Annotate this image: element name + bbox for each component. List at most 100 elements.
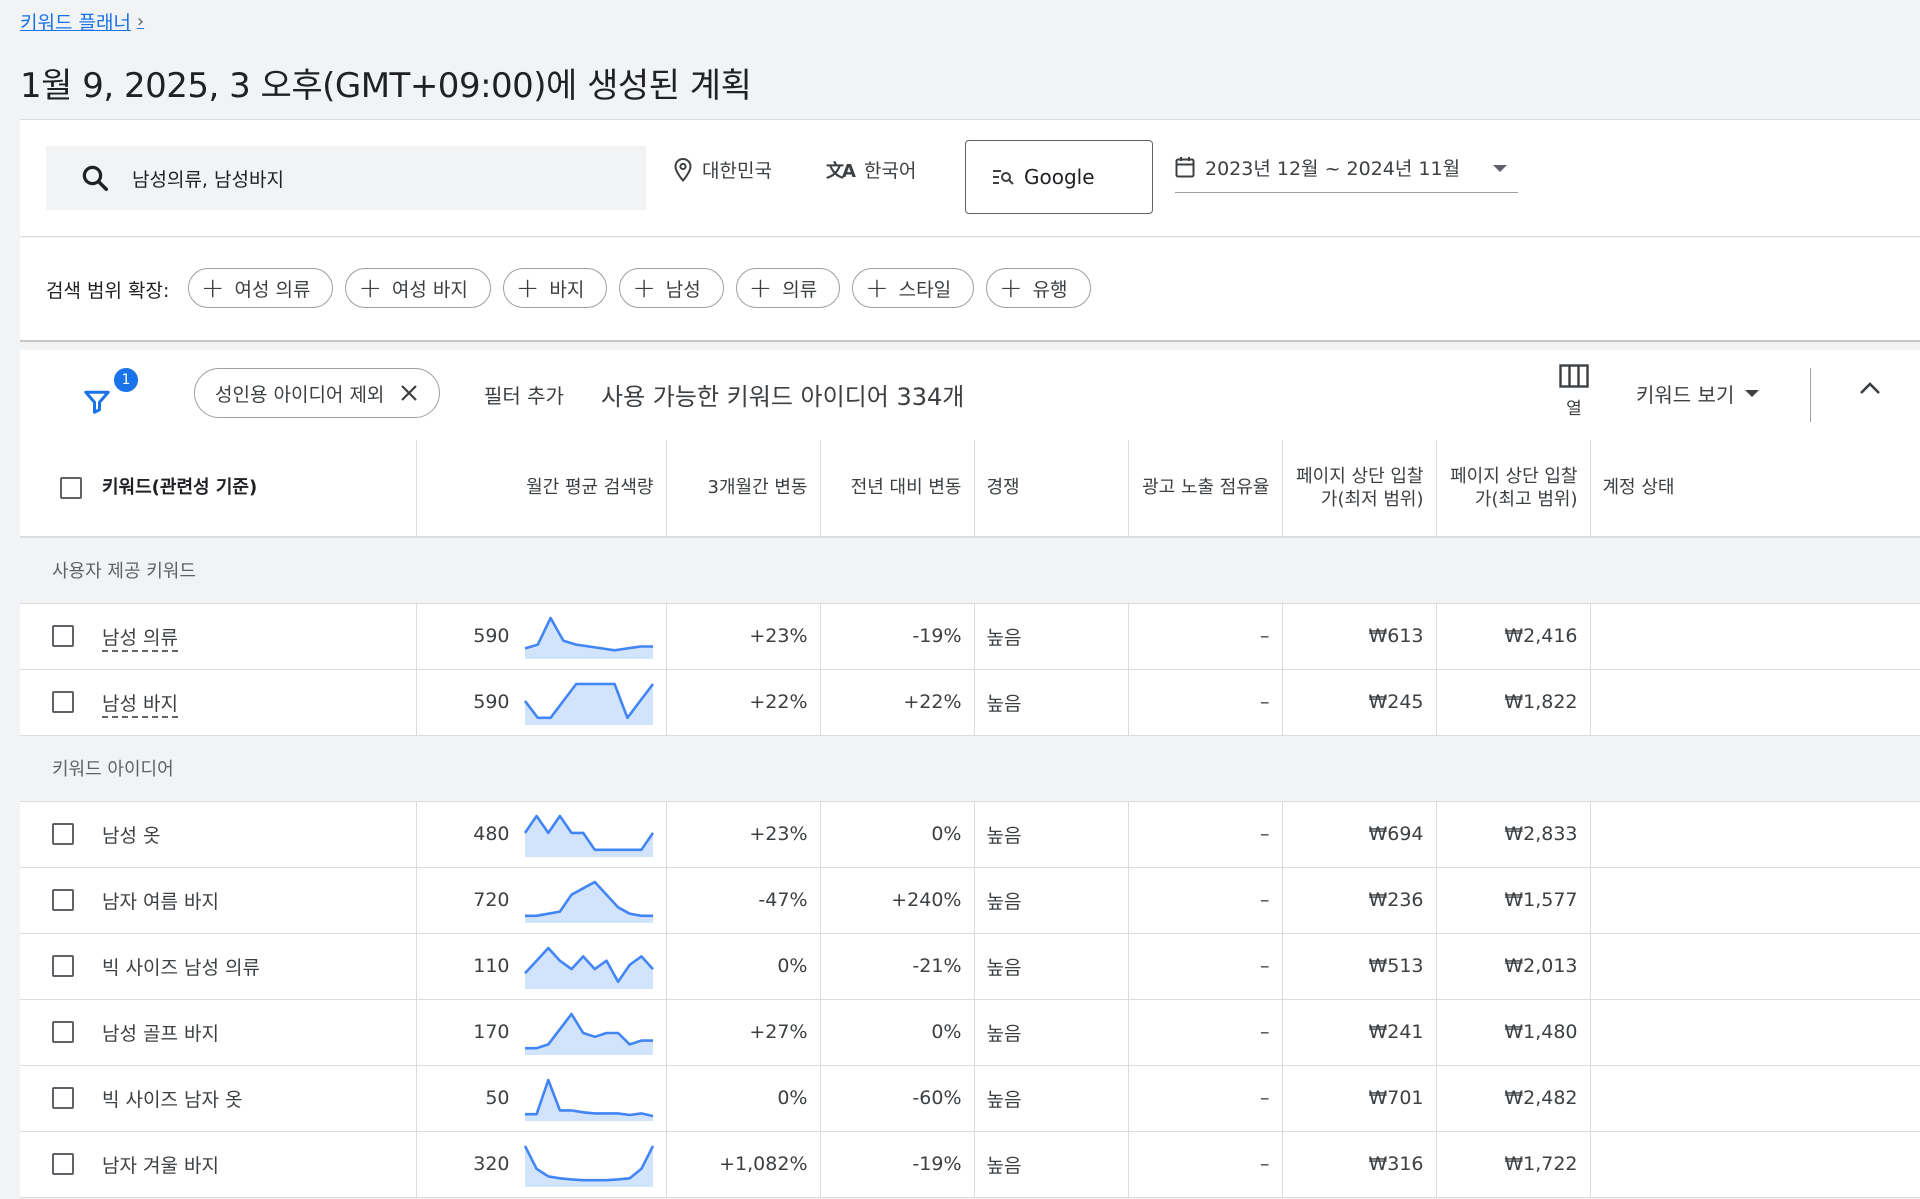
keyword-search-input[interactable]: 남성의류, 남성바지 — [46, 146, 646, 210]
select-all-checkbox[interactable] — [60, 477, 82, 500]
translate-icon: 文A — [826, 160, 856, 182]
table-row[interactable]: 빅 사이즈 남성 의류 110 0% -21% 높음 – ₩513 ₩2,013 — [20, 933, 1920, 1000]
yoy-change: 0% — [820, 801, 975, 868]
header-volume[interactable]: 월간 평균 검색량 — [416, 440, 667, 538]
chevron-up-icon — [1860, 382, 1880, 394]
volume-value: 320 — [473, 1153, 510, 1175]
volume-cell: 50 — [416, 1065, 667, 1132]
yoy-change: -21% — [820, 933, 975, 1000]
chip-label: 여성 의류 — [234, 278, 311, 301]
table-row[interactable]: 남성 의류 590 +23% -19% 높음 – ₩613 ₩2,416 — [20, 603, 1920, 670]
expand-chip[interactable]: + 의류 — [735, 268, 841, 308]
language-selector[interactable]: 文A 한국어 — [826, 156, 916, 183]
table-row[interactable]: 남성 골프 바지 170 +27% 0% 높음 – ₩241 ₩1,480 — [20, 999, 1920, 1066]
search-icon — [82, 165, 108, 191]
account-status — [1590, 1065, 1920, 1132]
filter-button[interactable]: 1 — [76, 368, 138, 418]
row-select-cell — [20, 1065, 90, 1132]
row-checkbox[interactable] — [52, 691, 74, 714]
bid-low: ₩613 — [1282, 603, 1437, 670]
impression-share: – — [1128, 999, 1283, 1066]
keyword-text[interactable]: 남성 의류 — [102, 626, 178, 652]
add-filter-button[interactable]: 필터 추가 — [484, 380, 564, 409]
expand-chip[interactable]: + 스타일 — [852, 268, 975, 308]
header-three-month[interactable]: 3개월간 변동 — [666, 440, 821, 538]
impression-share: – — [1128, 603, 1283, 670]
expand-search-panel: 검색 범위 확장: + 여성 의류 + 여성 바지 + 바지 + 남성 + 의류 + 스타일… — [20, 238, 1920, 342]
keyword-cell: 남자 여름 바지 — [90, 867, 417, 934]
volume-value: 110 — [473, 955, 510, 977]
date-range-selector[interactable]: 2023년 12월 ~ 2024년 11월 — [1175, 154, 1518, 193]
row-checkbox[interactable] — [52, 1087, 74, 1110]
bid-low: ₩241 — [1282, 999, 1437, 1066]
expand-chip[interactable]: + 유행 — [986, 268, 1091, 308]
active-filter-chip[interactable]: 성인용 아이디어 제외 — [194, 368, 440, 418]
keyword-text: 빅 사이즈 남성 의류 — [102, 956, 260, 979]
bid-low: ₩513 — [1282, 933, 1437, 1000]
row-checkbox[interactable] — [52, 955, 74, 978]
volume-cell: 110 — [416, 933, 667, 1000]
table-row[interactable]: 남자 여름 바지 720 -47% +240% 높음 – ₩236 ₩1,577 — [20, 867, 1920, 934]
breadcrumb[interactable]: 키워드 플래너 › — [20, 8, 144, 35]
row-checkbox[interactable] — [52, 1021, 74, 1044]
trend-sparkline — [523, 946, 654, 989]
competition: 높음 — [974, 867, 1129, 934]
header-yoy[interactable]: 전년 대비 변동 — [820, 440, 975, 538]
keyword-text: 빅 사이즈 남자 옷 — [102, 1088, 243, 1111]
row-checkbox[interactable] — [52, 1153, 74, 1176]
group-label: 키워드 아이디어 — [20, 735, 1920, 802]
expand-chip[interactable]: + 여성 의류 — [188, 268, 334, 308]
row-select-cell — [20, 867, 90, 934]
volume-wrapper: 720 — [429, 877, 654, 923]
competition: 높음 — [974, 933, 1129, 1000]
keyword-cell: 빅 사이즈 남성 의류 — [90, 933, 417, 1000]
expand-chip[interactable]: + 여성 바지 — [345, 268, 491, 308]
header-bid-low[interactable]: 페이지 상단 입찰가(최저 범위) — [1282, 440, 1437, 538]
breadcrumb-link[interactable]: 키워드 플래너 — [20, 8, 131, 35]
row-checkbox[interactable] — [52, 889, 74, 912]
search-engine-button[interactable]: Google — [965, 140, 1153, 214]
trend-sparkline — [524, 1012, 653, 1055]
trend-sparkline — [523, 682, 654, 725]
table-row[interactable]: 남성 바지 590 +22% +22% 높음 – ₩245 ₩1,822 — [20, 669, 1920, 736]
row-checkbox[interactable] — [52, 823, 74, 846]
dropdown-arrow-icon — [1493, 165, 1507, 172]
header-competition[interactable]: 경쟁 — [974, 440, 1129, 538]
plus-icon: + — [358, 271, 382, 304]
page-title: 1월 9, 2025, 3 오후(GMT+09:00)에 생성된 계획 — [20, 66, 752, 106]
row-checkbox[interactable] — [52, 625, 74, 648]
bid-high: ₩1,577 — [1436, 867, 1591, 934]
header-impression-share[interactable]: 광고 노출 점유율 — [1128, 440, 1283, 538]
table-row[interactable]: 남성 옷 480 +23% 0% 높음 – ₩694 ₩2,833 — [20, 801, 1920, 868]
collapse-button[interactable] — [1858, 380, 1882, 400]
header-account-status[interactable]: 계정 상태 — [1590, 440, 1920, 538]
volume-cell: 720 — [416, 867, 667, 934]
columns-button[interactable]: 열 — [1552, 364, 1596, 419]
account-status — [1590, 1131, 1920, 1198]
header-keyword[interactable]: 키워드(관련성 기준) — [90, 440, 417, 538]
keyword-view-dropdown[interactable]: 키워드 보기 — [1636, 379, 1760, 408]
group-header-row: 사용자 제공 키워드 — [20, 537, 1920, 604]
keyword-view-label: 키워드 보기 — [1636, 383, 1735, 407]
three-month-change: +23% — [666, 603, 821, 670]
location-selector[interactable]: 대한민국 — [674, 156, 772, 183]
header-bid-high[interactable]: 페이지 상단 입찰가(최고 범위) — [1436, 440, 1591, 538]
table-row[interactable]: 남자 겨울 바지 320 +1,082% -19% 높음 – ₩316 ₩1,722 — [20, 1131, 1920, 1198]
keyword-text[interactable]: 남성 바지 — [102, 692, 178, 718]
chip-label: 스타일 — [898, 278, 952, 301]
yoy-change: +22% — [820, 669, 975, 736]
close-icon[interactable] — [400, 384, 418, 402]
trend-sparkline — [523, 814, 654, 857]
bid-low: ₩236 — [1282, 867, 1437, 934]
chip-label: 유행 — [1032, 278, 1068, 301]
table-row[interactable]: 빅 사이즈 남자 옷 50 0% -60% 높음 – ₩701 ₩2,482 — [20, 1065, 1920, 1132]
expand-chip[interactable]: + 남성 — [619, 268, 724, 308]
yoy-change: -60% — [820, 1065, 975, 1132]
account-status — [1590, 933, 1920, 1000]
volume-value: 480 — [473, 823, 510, 845]
dropdown-arrow-icon — [1745, 389, 1760, 397]
yoy-change: 0% — [820, 999, 975, 1066]
keyword-cell: 남성 의류 — [90, 603, 417, 670]
expand-chip[interactable]: + 바지 — [502, 268, 608, 308]
trend-sparkline — [524, 880, 653, 923]
